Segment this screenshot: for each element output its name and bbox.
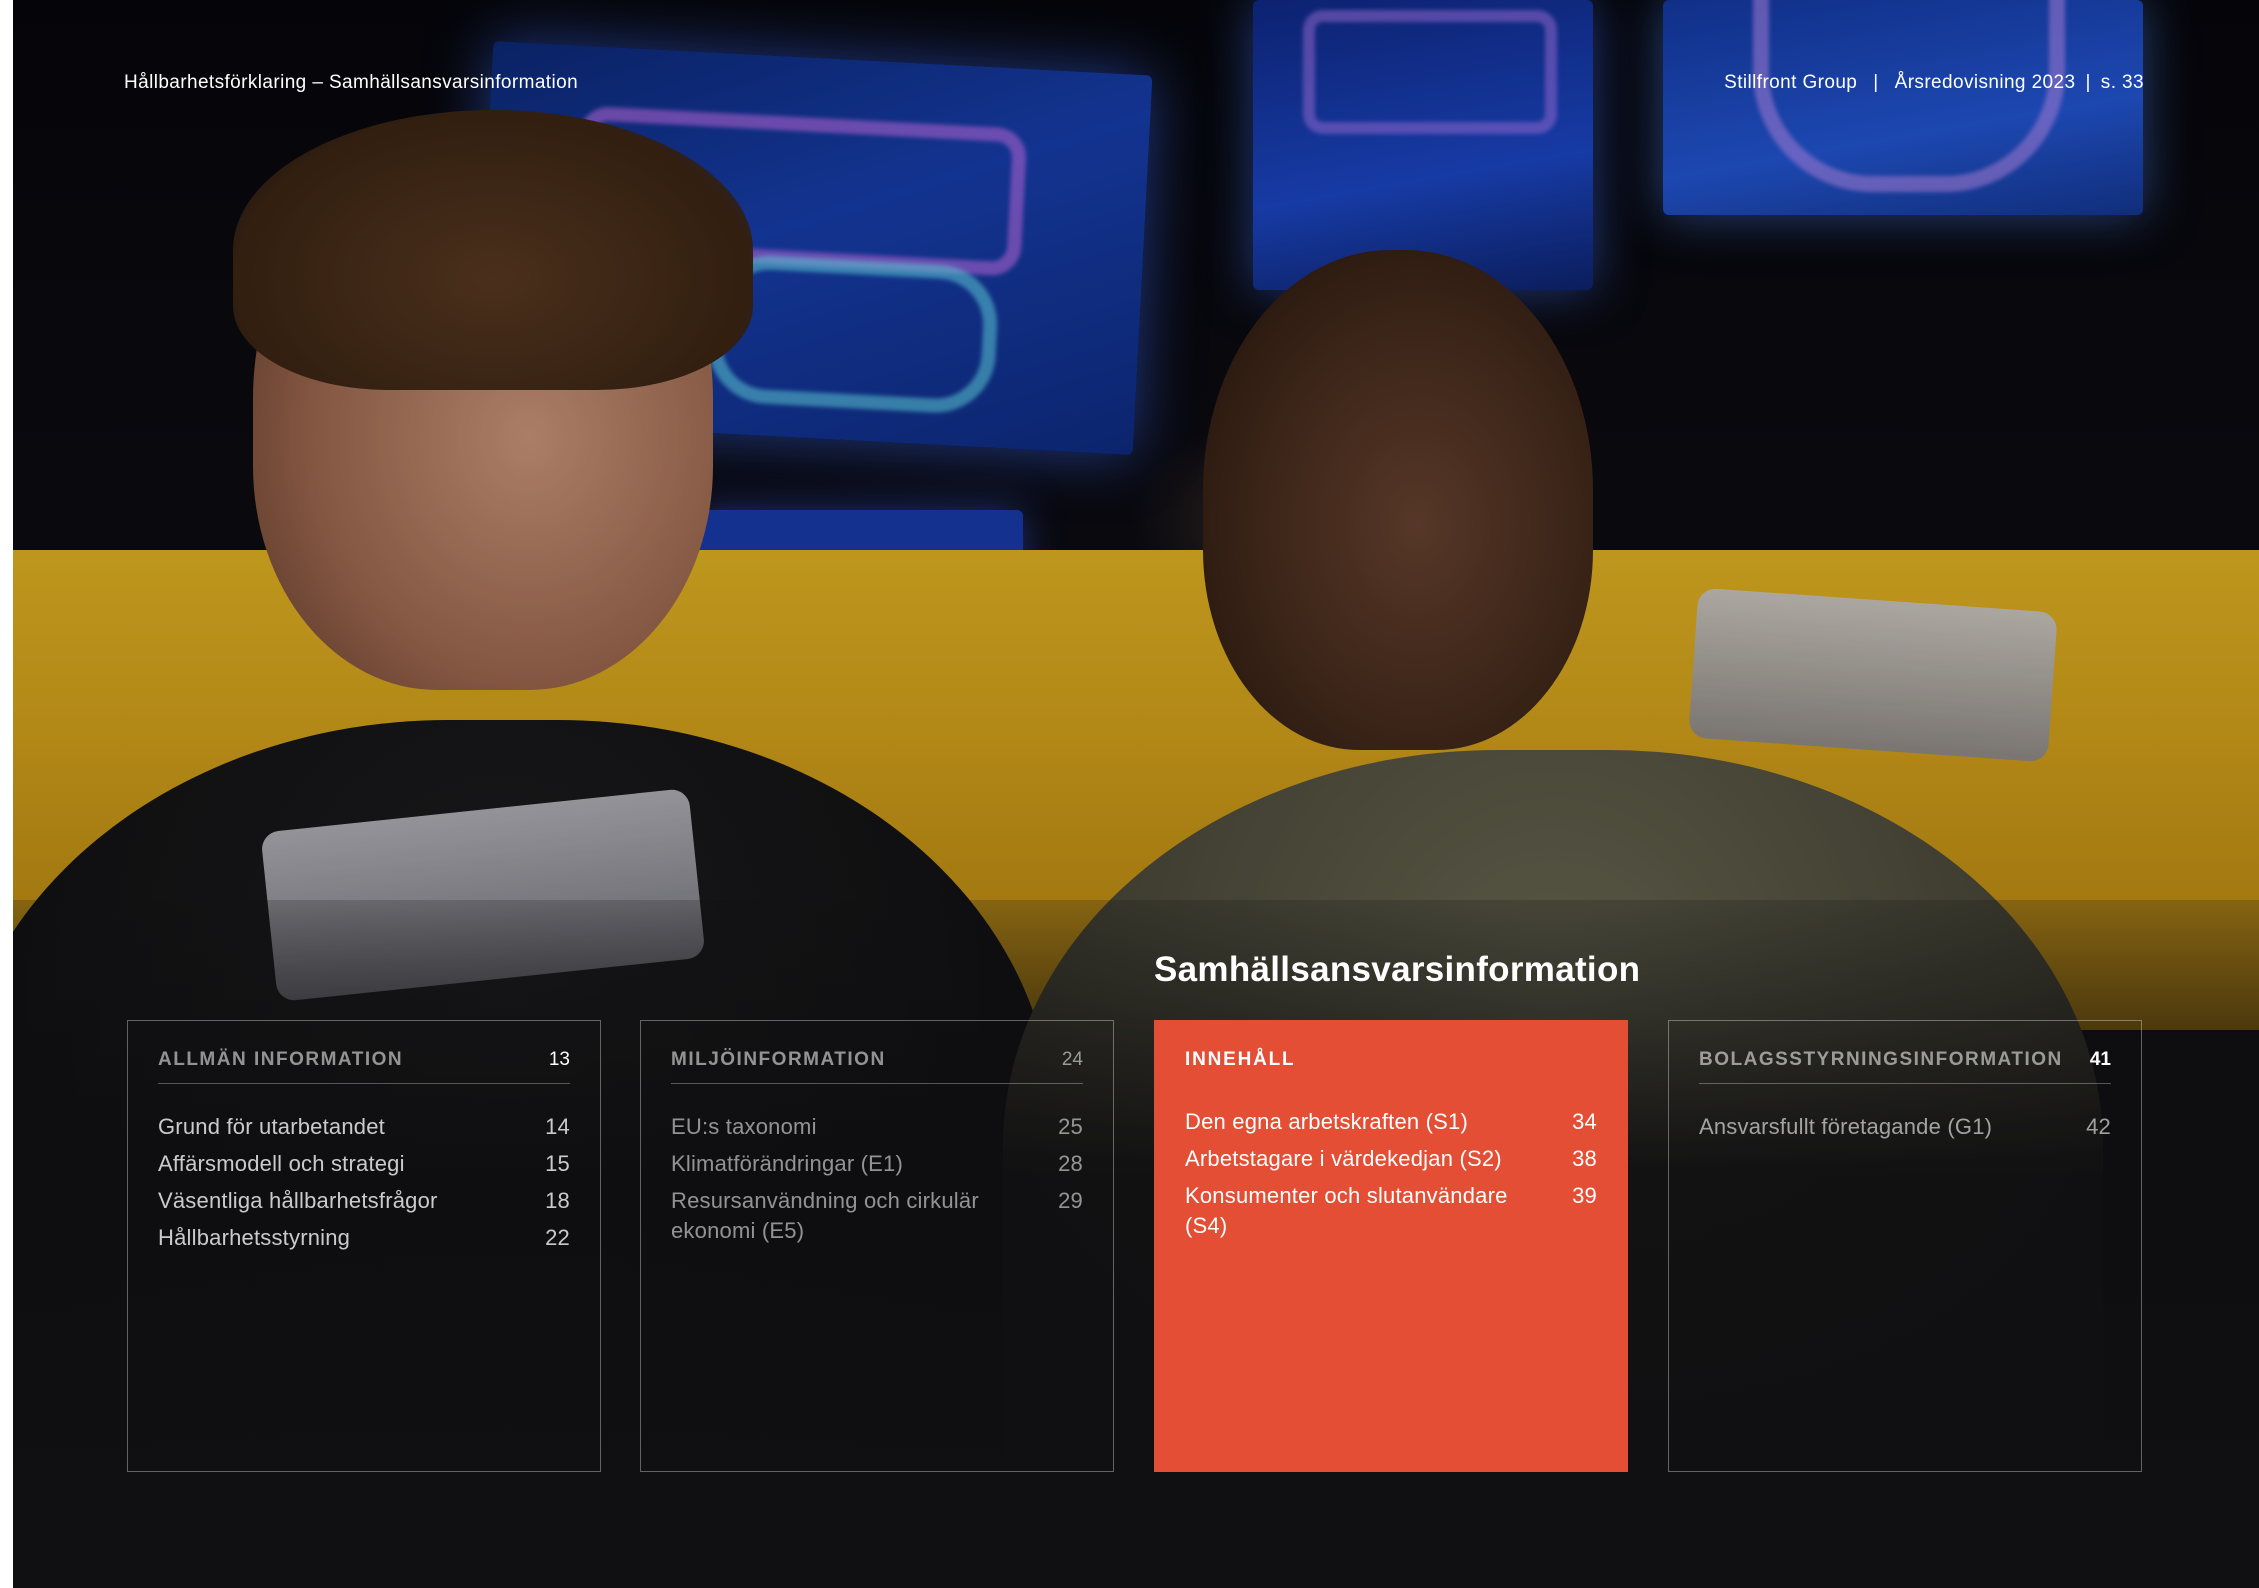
toc-item-page: 38 (1572, 1146, 1597, 1171)
toc-item-label: Arbetstagare i värdekedjan (S2) (1185, 1146, 1502, 1171)
toc-item-page: 28 (1058, 1151, 1083, 1176)
toc-item-page: 18 (545, 1188, 570, 1213)
toc-list: Ansvarsfullt företagande (G1) 42 (1699, 1112, 2111, 1142)
toc-item[interactable]: Väsentliga hållbarhetsfrågor 18 (158, 1186, 570, 1216)
toc-box-header[interactable]: MILJÖINFORMATION 24 (671, 1049, 1083, 1084)
toc-item-label: Ansvarsfullt företagande (G1) (1699, 1114, 1993, 1139)
header-page-number: s. 33 (2100, 72, 2144, 93)
toc-item[interactable]: EU:s taxonomi 25 (671, 1112, 1083, 1142)
toc-item-label: Grund för utarbetandet (158, 1114, 385, 1139)
toc-list: EU:s taxonomi 25 Klimatförändringar (E1) 2… (671, 1112, 1083, 1246)
toc-list: Grund för utarbetandet 14 Affärsmodell oc… (158, 1112, 570, 1253)
header-company: Stillfront Group (1724, 72, 1858, 93)
section-title: Samhällsansvarsinformation (1154, 950, 1641, 989)
toc-item[interactable]: Den egna arbetskraften (S1) 34 (1185, 1107, 1597, 1137)
toc-item-page: 29 (1058, 1188, 1083, 1213)
toc-item-label: Hållbarhetsstyrning (158, 1225, 351, 1250)
page: Hållbarhetsförklaring – Samhällsansvarsi… (13, 0, 2259, 1588)
toc-item-label: Väsentliga hållbarhetsfrågor (158, 1188, 438, 1213)
toc-box-title: INNEHÅLL (1185, 1049, 1296, 1070)
toc-item[interactable]: Arbetstagare i värdekedjan (S2) 38 (1185, 1144, 1597, 1174)
toc-item-page: 25 (1058, 1114, 1083, 1139)
header-report: Årsredovisning 2023 (1894, 72, 2076, 93)
toc-item[interactable]: Affärsmodell och strategi 15 (158, 1149, 570, 1179)
toc-item[interactable]: Klimatförändringar (E1) 28 (671, 1149, 1083, 1179)
toc-item-page: 39 (1572, 1183, 1597, 1208)
header-report-info: Stillfront Group | Årsredovisning 2023 | s. … (1724, 72, 2144, 93)
header-breadcrumb: Hållbarhetsförklaring – Samhällsansvarsi… (124, 72, 579, 93)
toc-box-header: INNEHÅLL (1185, 1049, 1597, 1083)
toc-box-contents-active[interactable]: INNEHÅLL Den egna arbetskraften (S1) 34 A… (1154, 1020, 1628, 1472)
toc-box-header[interactable]: ALLMÄN INFORMATION 13 (158, 1049, 570, 1084)
toc-box-title: MILJÖINFORMATION (671, 1049, 886, 1070)
toc-item-page: 15 (545, 1151, 570, 1176)
toc-item[interactable]: Resursanvändning och cirkulär ekonomi (E… (671, 1186, 1083, 1246)
toc-list: Den egna arbetskraften (S1) 34 Arbetstaga… (1185, 1107, 1597, 1241)
toc-item-label: Klimatförändringar (E1) (671, 1151, 904, 1176)
toc-box-title: ALLMÄN INFORMATION (158, 1049, 404, 1070)
toc-item-label: EU:s taxonomi (671, 1114, 817, 1139)
toc-item-label: Den egna arbetskraften (S1) (1185, 1109, 1468, 1134)
toc-item-label: Konsumenter och slutanvändare (S4) (1185, 1183, 1508, 1238)
toc-item-page: 14 (545, 1114, 570, 1139)
toc-box-page: 24 (1061, 1049, 1083, 1070)
toc-item[interactable]: Ansvarsfullt företagande (G1) 42 (1699, 1112, 2111, 1142)
toc-box-page: 41 (2089, 1049, 2111, 1070)
toc-item-label: Resursanvändning och cirkulär ekonomi (E… (671, 1188, 979, 1243)
toc-item-page: 42 (2086, 1114, 2111, 1139)
toc-box-environmental-information[interactable]: MILJÖINFORMATION 24 EU:s taxonomi 25 Klim… (640, 1020, 1114, 1472)
toc-item-page: 22 (545, 1225, 570, 1250)
toc-item[interactable]: Hållbarhetsstyrning 22 (158, 1223, 570, 1253)
toc-box-general-information[interactable]: ALLMÄN INFORMATION 13 Grund för utarbeta… (127, 1020, 601, 1472)
toc-box-page: 13 (548, 1049, 570, 1070)
toc-item-page: 34 (1572, 1109, 1597, 1134)
toc-box-title: BOLAGSSTYRNINGSINFORMATION (1699, 1049, 2063, 1070)
toc-box-governance-information[interactable]: BOLAGSSTYRNINGSINFORMATION 41 Ansvarsful… (1668, 1020, 2142, 1472)
toc-item-label: Affärsmodell och strategi (158, 1151, 405, 1176)
toc-item[interactable]: Grund för utarbetandet 14 (158, 1112, 570, 1142)
toc-item[interactable]: Konsumenter och slutanvändare (S4) 39 (1185, 1181, 1597, 1241)
toc-box-header[interactable]: BOLAGSSTYRNINGSINFORMATION 41 (1699, 1049, 2111, 1084)
